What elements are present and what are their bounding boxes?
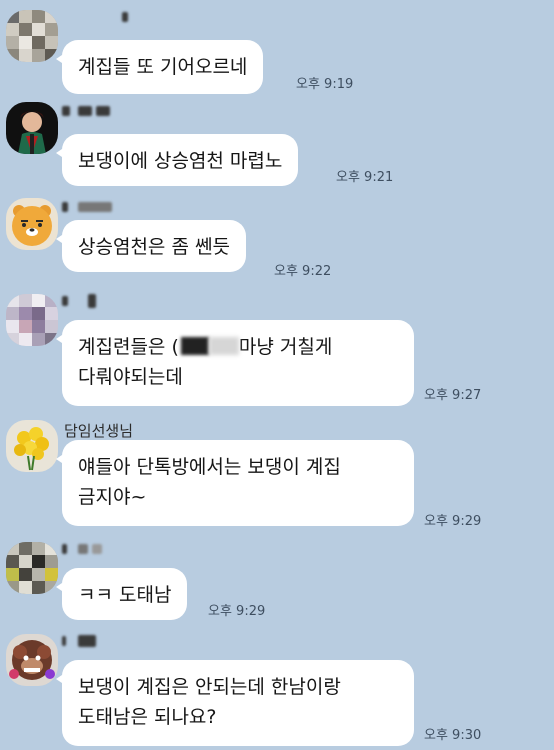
message-text: 다뤄야되는데	[78, 366, 183, 388]
sender-name: 담임선생님	[64, 422, 134, 440]
pixelated-avatar-icon[interactable]	[6, 294, 58, 346]
message-bubble[interactable]: 얘들아 단톡방에서는 보댕이 계집 금지야~	[56, 440, 414, 526]
message-bubble[interactable]: 보댕이에 상승염천 마렵노	[55, 134, 299, 186]
message-text: 보댕이에 상승염천 마렵노	[78, 150, 283, 172]
message-text: 보댕이 계집은 안되는데 한남이랑	[78, 676, 341, 698]
message-time: 오후 9:19	[296, 77, 354, 92]
pixelated-avatar-icon[interactable]	[6, 542, 58, 594]
message-text: 금지야~	[78, 486, 147, 508]
message-bubble[interactable]: 보댕이 계집은 안되는데 한남이랑 도태남은 되나요?	[56, 660, 414, 746]
redacted-text	[180, 337, 209, 355]
message-bubble[interactable]: 계집련들은 (마냥 거칠게 다뤄야되는데	[56, 320, 414, 406]
message-time: 오후 9:22	[274, 264, 332, 279]
message-text: ㅋㅋ 도태남	[78, 584, 172, 606]
message-time: 오후 9:30	[424, 728, 482, 743]
message-time: 오후 9:27	[424, 388, 482, 403]
message-text: 도태남은 되나요?	[78, 706, 217, 728]
message-bubble[interactable]: 상승염천은 좀 쎈듯	[56, 220, 246, 272]
message-time: 오후 9:29	[208, 604, 266, 619]
ape-character-avatar-icon[interactable]	[6, 634, 58, 686]
chat-room: 계집들 또 기어오르네 오후 9:19 보댕이에 상승염천 마렵노 오후 9:2…	[0, 0, 554, 750]
message-bubble[interactable]: 계집들 또 기어오르네	[55, 40, 264, 94]
pixelated-avatar-icon[interactable]	[6, 10, 58, 62]
anime-character-avatar-icon[interactable]	[6, 102, 58, 154]
message-text: 얘들아 단톡방에서는 보댕이 계집	[78, 456, 341, 478]
message-text: 계집련들은 (마냥 거칠게	[78, 336, 333, 358]
yellow-flower-avatar-icon[interactable]	[6, 420, 58, 472]
message-time: 오후 9:21	[336, 170, 394, 185]
ryan-bear-avatar-icon[interactable]	[6, 198, 58, 250]
message-time: 오후 9:29	[424, 514, 482, 529]
message-bubble[interactable]: ㅋㅋ 도태남	[55, 568, 188, 620]
redacted-text	[208, 337, 239, 355]
message-text: 계집들 또 기어오르네	[78, 56, 248, 78]
message-text: 상승염천은 좀 쎈듯	[78, 236, 230, 258]
